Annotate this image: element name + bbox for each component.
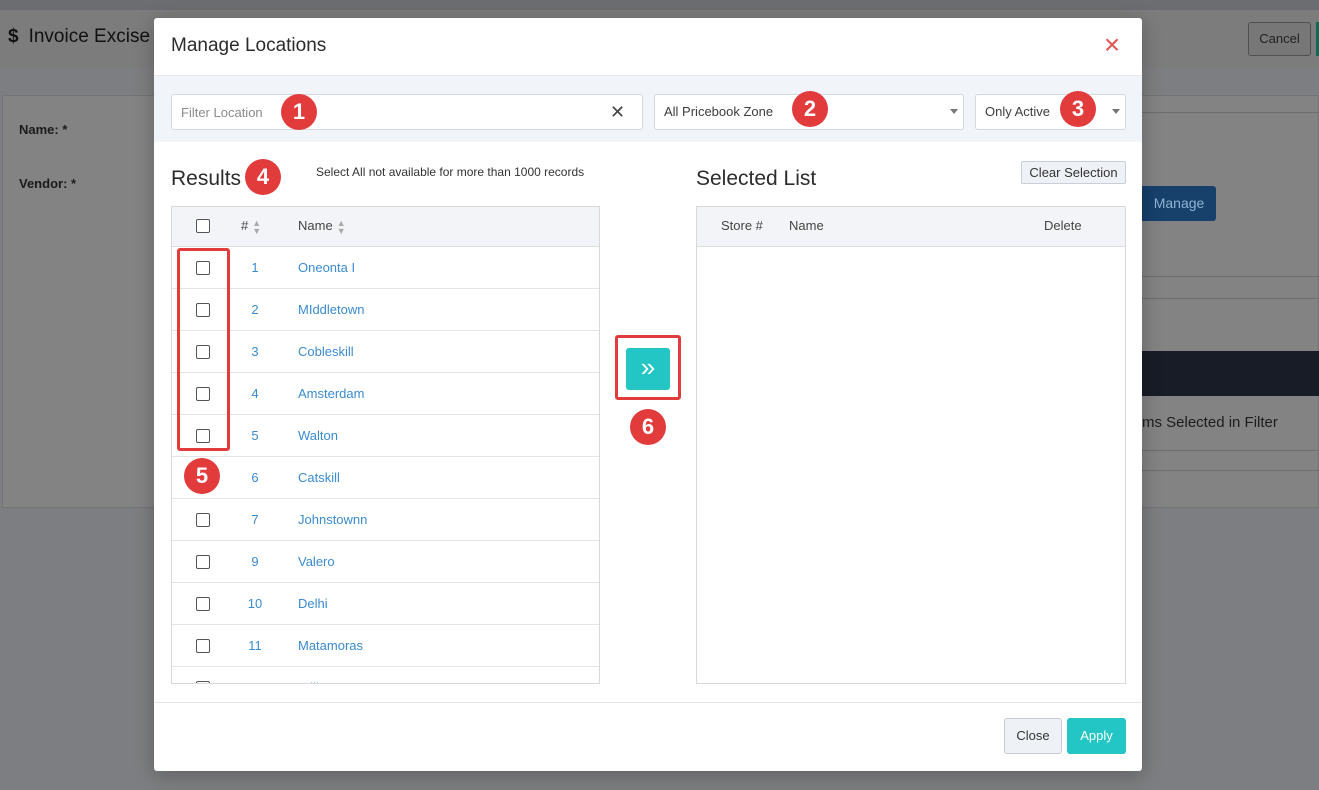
row-location-name[interactable]: Catskill [298,470,340,485]
filter-location-input[interactable] [171,94,643,130]
row-number: 5 [251,428,259,443]
sort-icon: ▲ ▼ [252,217,262,236]
row-location-name[interactable]: Valero [298,554,335,569]
page-divider [1142,298,1319,299]
clear-filter-icon[interactable]: ✕ [610,103,625,121]
row-location-name[interactable]: Amsterdam [298,386,364,401]
add-to-selected-button[interactable]: » [626,348,670,390]
table-row[interactable]: 4 Amsterdam [172,373,599,415]
sort-icon: ▲ ▼ [336,217,346,236]
step-marker-4: 4 [245,159,281,195]
page-dark-table-header [1142,351,1319,396]
selected-list-table: Store # Name Delete [696,206,1126,684]
row-location-name[interactable]: Matamoras [298,638,363,653]
column-header-store: Store # [721,218,763,233]
results-table-header: # ▲ ▼ Name ▲ ▼ [172,207,599,247]
select-all-checkbox[interactable] [196,219,210,233]
row-number: 2 [251,302,259,317]
column-header-name[interactable]: Name ▲ ▼ [298,218,346,235]
table-row[interactable]: 11 Matamoras [172,625,599,667]
step-marker-1: 1 [281,94,317,130]
row-number: 7 [251,512,259,527]
page-manage-button[interactable]: Manage [1142,186,1216,221]
selected-list-header: Store # Name Delete [697,207,1125,247]
close-button[interactable]: Close [1004,718,1062,754]
row-number: 10 [247,596,263,611]
row-location-name[interactable]: Johnstownn [298,512,367,527]
modal-header: Manage Locations × [154,18,1142,76]
results-title: Results [171,167,242,190]
pricebook-zone-value: All Pricebook Zone [664,104,774,119]
column-header-number[interactable]: # ▲ ▼ [241,218,261,235]
selected-list-title: Selected List [696,167,817,190]
page-title-text: Invoice Excise [28,26,151,47]
step-marker-5: 5 [184,458,220,494]
table-row[interactable]: 12 Wilkes-Barre [172,667,599,683]
name-field-label: Name: * [19,122,68,137]
apply-button[interactable]: Apply [1067,718,1126,754]
table-row[interactable]: 6 Catskill [172,457,599,499]
row-number: 12 [240,680,270,683]
table-row[interactable]: 10 Delhi [172,583,599,625]
chevron-down-icon [950,109,958,114]
clear-selection-button[interactable]: Clear Selection [1021,161,1126,184]
dollar-icon: $ [8,26,19,47]
page-items-selected-text: ms Selected in Filter [1142,414,1278,431]
row-location-name[interactable]: Cobleskill [298,344,354,359]
row-checkbox[interactable] [196,513,210,527]
row-number: 4 [251,386,259,401]
manage-locations-modal: Manage Locations × ✕ All Pricebook Zone … [154,18,1142,771]
row-location-name[interactable]: Delhi [298,596,328,611]
status-filter-select[interactable]: Only Active [975,94,1126,130]
row-number: 9 [251,554,259,569]
column-header-name: Name [789,218,824,233]
select-all-note: Select All not available for more than 1… [316,165,585,179]
table-row[interactable]: 3 Cobleskill [172,331,599,373]
column-header-delete: Delete [1044,218,1082,233]
row-checkbox[interactable] [196,597,210,611]
close-icon[interactable]: × [1099,31,1125,59]
page-title: $ Invoice Excise [8,26,150,48]
page-divider [1142,450,1319,451]
table-row[interactable]: 9 Valero [172,541,599,583]
chevron-down-icon [1112,109,1120,114]
modal-footer-divider [154,702,1142,703]
step-marker-6: 6 [630,409,666,445]
page-cancel-button[interactable]: Cancel [1248,22,1311,56]
row-checkbox[interactable] [196,639,210,653]
table-row[interactable]: 2 MIddletown [172,289,599,331]
results-table: # ▲ ▼ Name ▲ ▼ 1 Oneonta I 2 MIddletown 3 Coblesk… [171,206,600,684]
page-divider [1142,470,1319,471]
row-location-name[interactable]: MIddletown [298,302,364,317]
step-marker-3: 3 [1060,91,1096,127]
row-location-name[interactable]: Wilkes-Barre [298,680,372,683]
table-row[interactable]: 5 Walton [172,415,599,457]
row-number: 3 [251,344,259,359]
checkbox-column-highlight [177,248,230,451]
table-row[interactable]: 7 Johnstownn [172,499,599,541]
row-number: 1 [251,260,259,275]
step-marker-2: 2 [792,91,828,127]
row-number: 11 [248,638,262,653]
status-filter-value: Only Active [985,104,1051,119]
table-row[interactable]: 1 Oneonta I [172,247,599,289]
row-location-name[interactable]: Oneonta I [298,260,355,275]
row-checkbox[interactable] [196,555,210,569]
row-checkbox[interactable] [196,681,210,683]
vendor-field-label: Vendor: * [19,176,77,191]
row-location-name[interactable]: Walton [298,428,338,443]
modal-title: Manage Locations [171,35,327,56]
row-number: 6 [251,470,259,485]
